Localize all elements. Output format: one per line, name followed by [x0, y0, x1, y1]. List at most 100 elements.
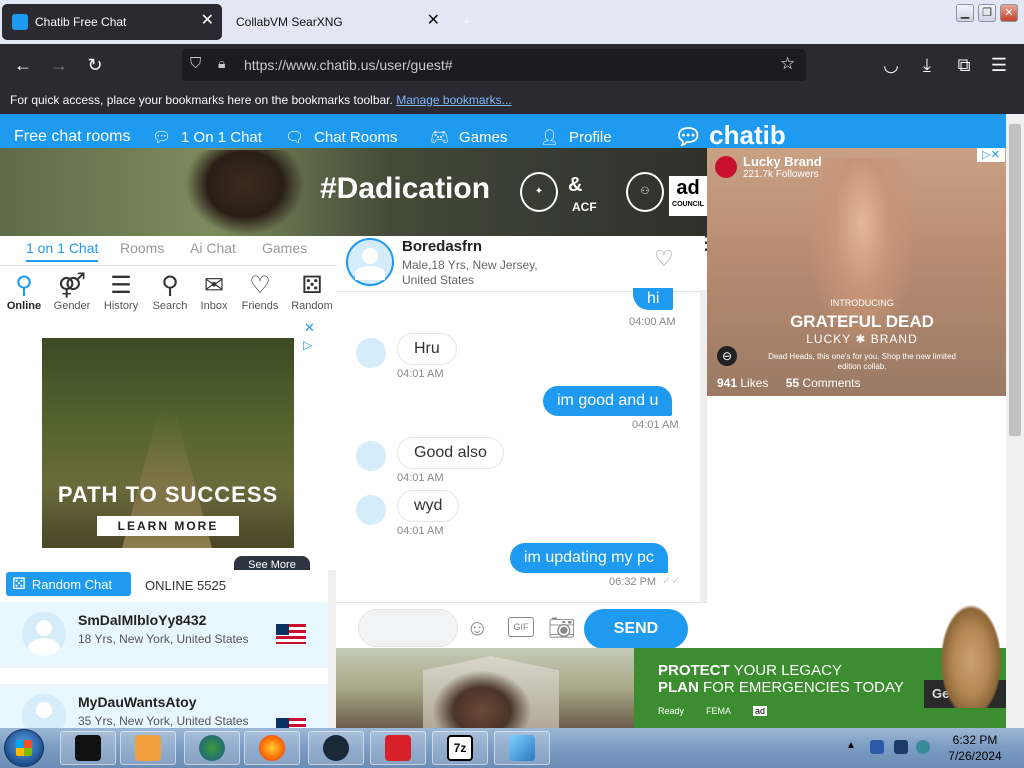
taskbar-app[interactable] — [494, 731, 550, 765]
restore-icon[interactable]: ❐ — [978, 4, 996, 22]
tool-label: Random — [291, 300, 333, 312]
banner-people-image — [185, 150, 305, 236]
tab-1on1-chat[interactable]: 1 on 1 Chat — [26, 240, 99, 262]
us-flag-icon — [276, 718, 306, 728]
tool-history[interactable]: ☰ History — [97, 272, 145, 312]
taskbar-avira[interactable] — [370, 731, 426, 765]
ad-line-2-rest: FOR EMERGENCIES TODAY — [698, 679, 904, 696]
manage-bookmarks-link[interactable]: Manage bookmarks... — [396, 93, 511, 107]
user-list-item[interactable]: SmDalMlbloYy8432 18 Yrs, New York, Unite… — [0, 602, 328, 668]
tool-online[interactable]: ⚲ Online — [0, 272, 48, 312]
tool-friends[interactable]: ♡ Friends — [236, 272, 284, 312]
mute-icon[interactable]: ⊖ — [717, 346, 737, 366]
media-player-icon — [135, 735, 161, 761]
sent-message: hi — [633, 288, 674, 310]
add-friend-heart-icon[interactable]: ♡ — [654, 246, 674, 272]
emoji-icon[interactable]: ☺ — [466, 615, 488, 641]
dadication-banner-ad[interactable]: #Dadication ✦ & ACF ⚇ ad COUNCIL — [0, 148, 707, 236]
tool-gender[interactable]: ⚤ Gender — [48, 272, 96, 312]
message-time: 04:01 AM — [397, 368, 444, 380]
partner-name[interactable]: Boredasfrn — [402, 238, 482, 255]
family-house-ad[interactable] — [336, 648, 634, 728]
address-bar[interactable]: ⛉ 🔒︎ https://www.chatib.us/user/guest# ☆ — [182, 49, 806, 81]
tool-label: Gender — [53, 300, 91, 312]
sent-message: im updating my pc — [510, 543, 668, 573]
nav-games[interactable]: 🎮︎ Games — [430, 128, 507, 147]
tab-collabvm[interactable]: CollabVM SearXNG ✕ — [226, 4, 448, 40]
taskbar-7zip[interactable]: 7z — [432, 731, 488, 765]
gamepad-icon: 🎮︎ — [430, 129, 450, 146]
tool-search[interactable]: ⚲ Search — [146, 272, 194, 312]
hamster-mascot-image — [940, 604, 1002, 708]
tab-rooms[interactable]: Rooms — [120, 240, 164, 256]
likes-label: Likes — [740, 376, 769, 390]
bookmark-star-icon[interactable]: ☆ — [780, 54, 795, 74]
lucky-brand-ad[interactable]: Lucky Brand 221.7k Followers ▷✕ INTRODUC… — [707, 148, 1006, 396]
avira-icon — [385, 735, 411, 761]
pocket-icon[interactable]: ◡ — [880, 54, 902, 76]
tray-expand-icon[interactable]: ▲ — [846, 740, 856, 751]
close-tab-icon[interactable]: ✕ — [201, 13, 214, 29]
close-window-icon[interactable]: ✕ — [1000, 4, 1018, 22]
chat-scrollbar[interactable] — [700, 290, 707, 602]
gif-icon[interactable]: GIF — [508, 617, 534, 637]
nav-free-chat-rooms[interactable]: Free chat rooms — [14, 128, 130, 146]
tab-games[interactable]: Games — [262, 240, 307, 256]
tray-volume-icon[interactable] — [916, 740, 930, 754]
tool-inbox[interactable]: ✉ Inbox — [190, 272, 238, 312]
taskbar-network[interactable] — [184, 731, 240, 765]
start-button[interactable] — [4, 729, 44, 767]
random-chat-button[interactable]: ⚄ Random Chat — [6, 572, 131, 596]
page-scrollbar-thumb[interactable] — [1009, 124, 1021, 436]
message-time: 06:32 PM — [609, 576, 657, 588]
learn-more-button[interactable]: LEARN MORE — [97, 516, 239, 536]
taskbar-firefox[interactable] — [244, 731, 300, 765]
close-tab-icon[interactable]: ✕ — [427, 13, 440, 29]
lock-icon[interactable]: 🔒︎ — [218, 55, 225, 72]
user-list-item[interactable]: MyDauWantsAtoy 35 Yrs, New York, United … — [0, 684, 328, 728]
chatib-logo[interactable]: 💬︎ chatib — [674, 120, 786, 151]
shield-icon[interactable]: ⛉ — [190, 55, 201, 72]
cmd-icon — [75, 735, 101, 761]
nav-1on1-chat[interactable]: 💬︎ 1 On 1 Chat — [152, 128, 262, 147]
tool-random[interactable]: ⚄ Random — [288, 272, 336, 312]
nav-profile[interactable]: 👤︎ Profile — [540, 128, 612, 147]
send-button[interactable]: SEND — [584, 609, 688, 649]
received-message: wyd — [397, 490, 460, 522]
taskbar-media-player[interactable] — [120, 731, 176, 765]
tray-shield-icon[interactable] — [870, 740, 884, 754]
back-icon[interactable]: ← — [12, 54, 34, 76]
camera-icon[interactable]: 📷︎ — [548, 615, 576, 641]
menu-icon[interactable]: ☰ — [988, 54, 1010, 76]
windows-taskbar: 7z ▲ 6:32 PM 7/26/2024 — [0, 728, 1024, 768]
network-globe-icon — [199, 735, 225, 761]
minimize-icon[interactable]: ▁ — [956, 4, 974, 22]
left-scrollbar[interactable] — [328, 570, 336, 728]
message-input[interactable] — [358, 609, 458, 647]
clock-date: 7/26/2024 — [948, 749, 1002, 763]
path-to-success-ad[interactable]: PATH TO SUCCESS LEARN MORE — [42, 338, 294, 548]
reload-icon[interactable]: ↻ — [84, 54, 106, 76]
tab-title: CollabVM SearXNG — [236, 15, 343, 29]
new-tab-icon[interactable]: + — [462, 14, 471, 32]
taskbar-cmd[interactable] — [60, 731, 116, 765]
extensions-icon[interactable]: ⧉ — [953, 54, 975, 76]
ad-line-1-bold: PROTECT — [658, 662, 730, 679]
tab-ai-chat[interactable]: Ai Chat — [190, 240, 236, 256]
nav-chat-rooms[interactable]: 🗨︎ Chat Rooms — [285, 128, 397, 147]
partner-avatar[interactable] — [346, 238, 394, 286]
download-icon[interactable]: ⤓ — [916, 54, 938, 76]
forward-icon[interactable]: → — [48, 54, 70, 76]
bookmarks-toolbar: For quick access, place your bookmarks h… — [0, 86, 1024, 114]
clock-time: 6:32 PM — [952, 733, 998, 747]
url-text[interactable]: https://www.chatib.us/user/guest# — [244, 57, 453, 73]
tray-network-icon[interactable] — [894, 740, 908, 754]
adchoices-icon[interactable]: ▷ — [303, 338, 312, 352]
taskbar-clock[interactable]: 6:32 PM 7/26/2024 — [930, 732, 1020, 764]
taskbar-steam[interactable] — [308, 731, 364, 765]
tab-chatib[interactable]: Chatib Free Chat ✕ — [2, 4, 222, 40]
adchoices-close-icon[interactable]: ▷✕ — [977, 148, 1005, 162]
comments-count: 55 — [785, 376, 800, 390]
more-options-icon[interactable]: ⋮ — [696, 233, 716, 253]
ad-close-icon[interactable]: ✕ — [304, 320, 315, 336]
